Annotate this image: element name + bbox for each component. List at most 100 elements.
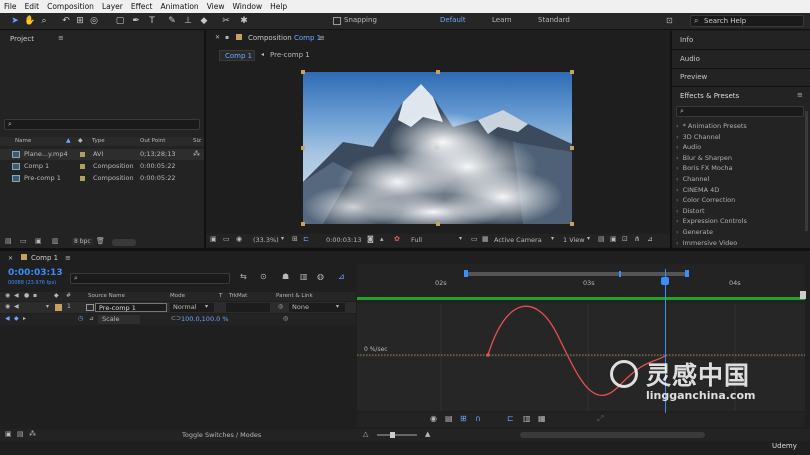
lock-icon[interactable]: ▪ <box>225 34 229 41</box>
transform-handle[interactable] <box>301 222 305 226</box>
effects-category[interactable]: › Generate <box>676 227 713 238</box>
hand-tool-icon[interactable]: ✋ <box>24 15 36 27</box>
interpret-footage-icon[interactable]: ▤ <box>5 237 12 245</box>
effects-category[interactable]: › Audio <box>676 142 701 153</box>
effects-search-input[interactable]: ⌕ <box>676 106 804 117</box>
menu-item-view[interactable]: View <box>203 2 229 11</box>
new-comp-icon[interactable]: ▣ <box>35 237 42 245</box>
work-area-bar[interactable] <box>467 272 687 276</box>
graph-type-icon[interactable]: ▤ <box>445 414 453 423</box>
viewer-timecode[interactable]: 0:00:03:13 <box>326 236 362 244</box>
property-row[interactable]: ◀ ◆ ▸ ◷ ⊿ Scale ⊂⊃ 100.0,100.0 % ◎ <box>0 314 356 325</box>
project-search-input[interactable]: ⌕ <box>4 119 200 130</box>
effects-category[interactable]: › 3D Channel <box>676 132 721 143</box>
rectangle-tool-icon[interactable]: ▢ <box>114 15 126 27</box>
snapshot-icon[interactable]: ◙ <box>367 235 374 243</box>
help-search-input[interactable]: ⌕ Search Help <box>690 15 804 27</box>
transform-handle[interactable] <box>570 222 574 226</box>
col-source-name[interactable]: Source Name <box>88 293 125 299</box>
camera-tool-icon[interactable]: ⊞ <box>74 15 86 27</box>
workspace-learn[interactable]: Learn <box>492 16 512 24</box>
timeline-scrollbar[interactable] <box>520 432 705 438</box>
expand-arrow-icon[interactable]: ▾ <box>46 303 49 310</box>
stopwatch-icon[interactable]: ◷ <box>78 315 83 322</box>
menu-item-layer[interactable]: Layer <box>98 2 127 11</box>
col-t[interactable]: T <box>219 293 222 299</box>
constrain-link-icon[interactable]: ⊂⊃ <box>171 315 181 322</box>
scale-value[interactable]: 100.0,100.0 % <box>181 315 229 323</box>
chevron-down-icon[interactable]: ▾ <box>587 235 590 242</box>
tab-comp1[interactable]: Comp 1 <box>219 50 255 61</box>
sync-icon[interactable]: ⊡ <box>666 16 673 25</box>
in-out-icon[interactable]: ⁂ <box>29 430 36 438</box>
tab-precomp1[interactable]: Pre-comp 1 <box>270 51 310 59</box>
eye-icon[interactable]: ◉ <box>5 303 10 310</box>
duration-bar[interactable] <box>357 297 805 300</box>
zoom-tool-icon[interactable]: ⌕ <box>38 15 50 27</box>
zoom-handle[interactable] <box>800 291 806 299</box>
work-area-start-handle[interactable] <box>464 270 468 277</box>
rotate-tool-icon[interactable]: ↶ <box>60 15 72 27</box>
frame-blending-icon[interactable]: ▥ <box>300 272 308 281</box>
pickwhip-icon[interactable]: ◎ <box>278 303 283 310</box>
fit-selection-icon[interactable]: ⊏ <box>507 414 514 423</box>
audio-panel-tab[interactable]: Audio <box>680 55 700 63</box>
close-icon[interactable]: ✕ <box>8 255 13 262</box>
separate-dimensions-icon[interactable]: ▦ <box>538 414 546 423</box>
bpc-button[interactable]: 8 bpc <box>72 238 93 245</box>
project-item[interactable]: Plane...y.mp4 AVI 0;13;28;13 <box>0 149 204 160</box>
region-icon[interactable]: ⊏ <box>303 235 309 243</box>
flowchart-icon[interactable]: ⋔ <box>634 235 640 243</box>
menu-item-file[interactable]: File <box>0 2 21 11</box>
show-snapshot-icon[interactable]: ▴ <box>380 235 384 243</box>
settings-icon[interactable]: ▥ <box>52 237 59 245</box>
sort-icon[interactable]: ▲ <box>66 137 71 144</box>
preview-icon[interactable]: ▣ <box>210 235 217 243</box>
zoom-out-icon[interactable]: △ <box>363 430 368 438</box>
comp-mini-flowchart-icon[interactable]: ⇆ <box>240 272 247 281</box>
timeline-tab[interactable]: Comp 1 <box>31 254 58 262</box>
grid-icon[interactable]: ⊞ <box>292 235 298 243</box>
menu-item-help[interactable]: Help <box>266 2 291 11</box>
toggle-switches-modes[interactable]: Toggle Switches / Modes <box>182 431 261 439</box>
pan-behind-tool-icon[interactable]: ◎ <box>88 15 100 27</box>
transform-handle[interactable] <box>301 146 305 150</box>
eye-icon[interactable]: ◉ <box>430 414 437 423</box>
chevron-down-icon[interactable]: ▾ <box>281 235 284 242</box>
effects-category[interactable]: › * Animation Presets <box>676 121 747 132</box>
snap-icon[interactable]: ∩ <box>475 414 481 423</box>
timeline-search-input[interactable]: ⌕ <box>70 273 230 284</box>
chevron-down-icon[interactable]: ▾ <box>551 235 554 242</box>
layer-switches-icon[interactable]: ▣ <box>5 430 12 438</box>
label-color-icon[interactable] <box>55 304 62 311</box>
layer-row[interactable]: ◉ ◀ ▾ 1 Pre-comp 1 Normal ▾ ◎ None ▾ <box>0 302 356 313</box>
fit-all-icon[interactable]: ▥ <box>523 414 531 423</box>
draft-3d-icon[interactable]: ⊙ <box>260 272 267 281</box>
panel-menu-icon[interactable]: ≡ <box>319 34 325 42</box>
panel-menu-icon[interactable]: ≡ <box>58 34 64 42</box>
menu-item-window[interactable]: Window <box>229 2 267 11</box>
col-size[interactable]: Siz <box>193 138 201 144</box>
views-dropdown[interactable]: 1 View <box>563 236 585 244</box>
transform-handle[interactable] <box>301 70 305 74</box>
info-panel-tab[interactable]: Info <box>680 36 693 44</box>
workspace-standard[interactable]: Standard <box>538 16 570 24</box>
col-outpoint[interactable]: Out Point <box>140 138 165 144</box>
keyframe-nav-right-icon[interactable]: ▸ <box>23 315 26 322</box>
project-item[interactable]: Comp 1 Composition 0:00:05:22 <box>0 161 204 172</box>
pickwhip-icon[interactable]: ◎ <box>283 315 288 322</box>
col-mode[interactable]: Mode <box>170 293 185 299</box>
zoom-slider-thumb[interactable] <box>390 432 395 438</box>
effects-category[interactable]: › Boris FX Mocha <box>676 163 733 174</box>
effects-category[interactable]: › Color Correction <box>676 195 735 206</box>
transform-handle[interactable] <box>570 146 574 150</box>
zoom-slider[interactable] <box>377 434 417 436</box>
scale-property-label[interactable]: Scale <box>98 315 140 324</box>
transparency-grid-icon[interactable]: ▦ <box>482 235 489 243</box>
playhead-handle[interactable] <box>661 277 669 285</box>
transform-handle[interactable] <box>570 70 574 74</box>
brush-tool-icon[interactable]: ✎ <box>166 15 178 27</box>
parent-dropdown[interactable]: None ▾ <box>289 303 345 312</box>
project-title[interactable]: Project <box>10 35 34 43</box>
trkmat-dropdown[interactable] <box>226 303 270 312</box>
